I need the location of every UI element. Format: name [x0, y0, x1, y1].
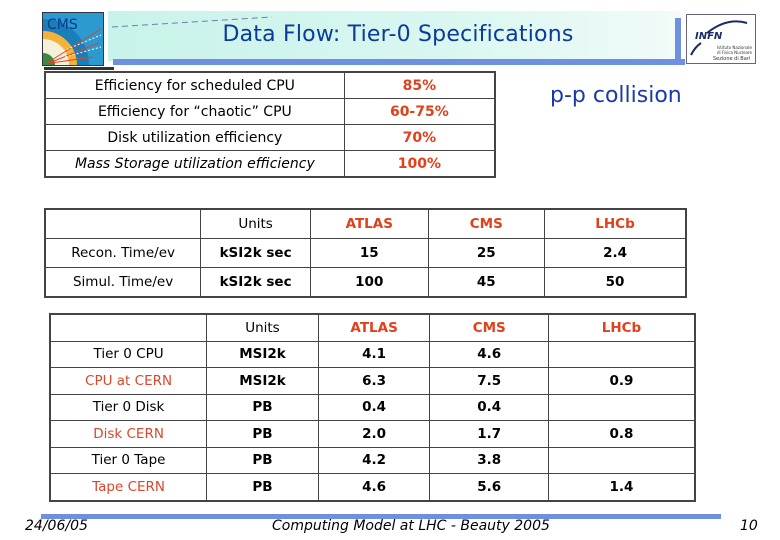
header-cell-atlas: ATLAS — [317, 313, 431, 342]
footer-date: 24/06/05 — [25, 518, 88, 534]
units-cell: MSI2k — [206, 340, 319, 368]
cms-cell: 5.6 — [429, 473, 549, 501]
units-cell: PB — [206, 420, 319, 448]
table-row: Tape CERN PB 4.6 5.6 1.4 — [49, 473, 696, 501]
efficiency-label: Efficiency for scheduled CPU — [44, 71, 345, 99]
header-cell-cms: CMS — [429, 313, 549, 342]
row-label: Disk CERN — [49, 420, 208, 448]
cms-detector-icon: CMS — [43, 13, 103, 65]
row-label: Tier 0 Tape — [49, 446, 208, 474]
table-row: Disk utilization efficiency 70% — [44, 124, 496, 151]
infn-logo-icon: INFN Istituto Nazionale di Fisica Nuclea… — [690, 20, 753, 62]
header-cell-empty — [49, 313, 208, 342]
header-cell-empty — [44, 208, 202, 239]
header-cell-lhcb: LHCb — [548, 313, 696, 342]
efficiency-value: 85% — [343, 71, 496, 99]
lhcb-cell: 2.4 — [544, 238, 687, 268]
title-underline-bar — [113, 59, 685, 65]
efficiency-table: Efficiency for scheduled CPU 85% Efficie… — [44, 71, 496, 178]
title-shadow-line — [44, 67, 114, 70]
table-row: CPU at CERN MSI2k 6.3 7.5 0.9 — [49, 367, 696, 395]
collision-type-label: p-p collision — [550, 83, 682, 108]
atlas-cell: 15 — [309, 238, 429, 268]
lhcb-cell — [548, 340, 696, 368]
cms-cell: 7.5 — [429, 367, 549, 395]
svg-text:Sezione di Bari: Sezione di Bari — [713, 56, 750, 62]
lhcb-cell: 0.8 — [548, 420, 696, 448]
atlas-cell: 4.2 — [317, 446, 431, 474]
infn-logo: INFN Istituto Nazionale di Fisica Nuclea… — [686, 14, 756, 64]
lhcb-cell — [548, 446, 696, 474]
header-cell-cms: CMS — [427, 208, 546, 239]
table-row: Efficiency for “chaotic” CPU 60-75% — [44, 98, 496, 125]
units-cell: kSI2k sec — [200, 267, 311, 298]
efficiency-value: 70% — [343, 124, 496, 151]
row-label: Tier 0 CPU — [49, 340, 208, 368]
units-cell: PB — [206, 393, 319, 421]
table-row: Efficiency for scheduled CPU 85% — [44, 71, 496, 99]
efficiency-label: Disk utilization efficiency — [44, 124, 345, 151]
units-cell: MSI2k — [206, 367, 319, 395]
time-per-event-table: Units ATLAS CMS LHCb Recon. Time/ev kSI2… — [44, 208, 687, 298]
svg-text:di Fisica Nucleare: di Fisica Nucleare — [717, 50, 752, 55]
lhcb-cell — [548, 393, 696, 421]
table-header-row: Units ATLAS CMS LHCb — [44, 208, 687, 239]
table-row: Simul. Time/ev kSI2k sec 100 45 50 — [44, 267, 687, 298]
atlas-cell: 0.4 — [317, 393, 431, 421]
table-row: Tier 0 Disk PB 0.4 0.4 — [49, 393, 696, 421]
page-title: Data Flow: Tier-0 Specifications — [222, 22, 574, 47]
table-row: Mass Storage utilization efficiency 100% — [44, 150, 496, 178]
units-cell: kSI2k sec — [200, 238, 311, 268]
units-cell: PB — [206, 446, 319, 474]
table-row: Disk CERN PB 2.0 1.7 0.8 — [49, 420, 696, 448]
efficiency-label: Efficiency for “chaotic” CPU — [44, 98, 345, 125]
efficiency-value: 60-75% — [343, 98, 496, 125]
lhcb-cell: 1.4 — [548, 473, 696, 501]
lhcb-cell: 50 — [544, 267, 687, 298]
units-cell: PB — [206, 473, 319, 501]
row-label: Tier 0 Disk — [49, 393, 208, 421]
atlas-cell: 2.0 — [317, 420, 431, 448]
header-cell-atlas: ATLAS — [309, 208, 429, 239]
cms-cell: 4.6 — [429, 340, 549, 368]
cms-cell: 25 — [427, 238, 546, 268]
row-label: Recon. Time/ev — [44, 238, 202, 268]
atlas-cell: 6.3 — [317, 367, 431, 395]
cms-logo: CMS — [42, 12, 104, 66]
atlas-cell: 100 — [309, 267, 429, 298]
row-label: Simul. Time/ev — [44, 267, 202, 298]
atlas-cell: 4.1 — [317, 340, 431, 368]
svg-text:INFN: INFN — [695, 31, 723, 42]
efficiency-label: Mass Storage utilization efficiency — [44, 150, 345, 178]
cms-cell: 1.7 — [429, 420, 549, 448]
row-label: Tape CERN — [49, 473, 208, 501]
lhcb-cell: 0.9 — [548, 367, 696, 395]
svg-text:CMS: CMS — [47, 17, 78, 33]
cms-cell: 0.4 — [429, 393, 549, 421]
table-row: Recon. Time/ev kSI2k sec 15 25 2.4 — [44, 238, 687, 268]
cms-cell: 45 — [427, 267, 546, 298]
header-cell-units: Units — [206, 313, 319, 342]
footer-title: Computing Model at LHC - Beauty 2005 — [272, 518, 550, 534]
efficiency-value: 100% — [343, 150, 496, 178]
table-row: Tier 0 Tape PB 4.2 3.8 — [49, 446, 696, 474]
table-header-row: Units ATLAS CMS LHCb — [49, 313, 696, 342]
page-number: 10 — [740, 518, 758, 534]
cms-cell: 3.8 — [429, 446, 549, 474]
tier0-resource-table: Units ATLAS CMS LHCb Tier 0 CPU MSI2k 4.… — [49, 313, 696, 502]
table-row: Tier 0 CPU MSI2k 4.1 4.6 — [49, 340, 696, 368]
header-cell-lhcb: LHCb — [544, 208, 687, 239]
row-label: CPU at CERN — [49, 367, 208, 395]
header-cell-units: Units — [200, 208, 311, 239]
atlas-cell: 4.6 — [317, 473, 431, 501]
